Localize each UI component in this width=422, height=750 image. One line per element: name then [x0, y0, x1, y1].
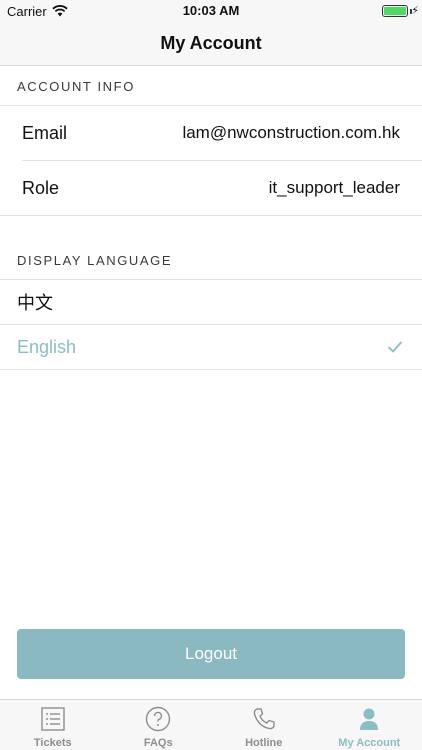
tab-label: Tickets: [33, 737, 72, 749]
tab-my-account[interactable]: My Account: [317, 700, 422, 750]
language-option-chinese[interactable]: 中文: [0, 280, 422, 324]
tab-bar: Tickets FAQs Hotline My Account: [0, 699, 422, 750]
role-value: it_support_leader: [268, 178, 400, 197]
status-bar: Carrier 10:03 AM ⚡: [0, 0, 422, 22]
tab-hotline[interactable]: Hotline: [211, 700, 317, 750]
language-option-label: English: [17, 336, 77, 357]
language-option-label: 中文: [17, 293, 53, 313]
tab-tickets[interactable]: Tickets: [0, 700, 106, 750]
role-label: Role: [22, 177, 60, 198]
question-circle-icon: [146, 706, 171, 732]
language-option-english[interactable]: English: [0, 325, 422, 369]
tab-label: My Account: [338, 737, 401, 749]
email-row: Email lam@nwconstruction.com.hk: [0, 106, 422, 160]
person-icon: [360, 708, 379, 730]
status-time: 10:03 AM: [182, 3, 240, 18]
divider: [0, 369, 422, 370]
divider: [0, 215, 422, 216]
checkmark-icon: [388, 341, 402, 353]
page-title: My Account: [160, 33, 262, 53]
tab-faqs[interactable]: FAQs: [106, 700, 212, 750]
display-language-header: DISPLAY LANGUAGE: [17, 253, 173, 268]
logout-button[interactable]: Logout: [17, 629, 405, 679]
tab-label: Hotline: [245, 737, 283, 749]
list-icon: [41, 707, 65, 731]
phone-icon: [253, 708, 275, 730]
account-info-header: ACCOUNT INFO: [17, 79, 135, 94]
tab-label: FAQs: [143, 737, 173, 749]
charging-bolt-icon: ⚡: [411, 5, 419, 17]
email-value: lam@nwconstruction.com.hk: [182, 123, 400, 142]
role-row: Role it_support_leader: [0, 161, 422, 215]
battery-icon: [382, 5, 408, 17]
navigation-bar: My Account: [0, 22, 422, 66]
email-label: Email: [22, 122, 68, 143]
